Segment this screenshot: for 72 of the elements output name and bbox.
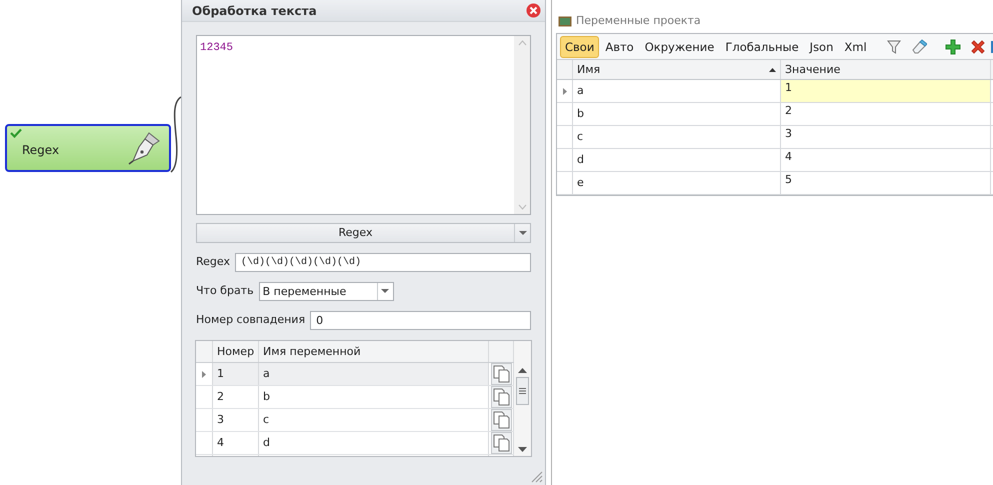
table-cell: 4 xyxy=(213,432,259,454)
action-node[interactable]: Regex xyxy=(5,124,171,172)
take-label: Что брать xyxy=(196,283,254,300)
scroll-thumb[interactable] xyxy=(516,377,529,405)
table-row[interactable]: b 2 xyxy=(557,103,993,126)
scroll-up-icon[interactable] xyxy=(518,368,527,373)
table-cell: d xyxy=(259,432,489,454)
resize-grip-icon[interactable] xyxy=(531,471,543,483)
copy-icon xyxy=(492,365,510,383)
filter-icon[interactable] xyxy=(886,38,902,54)
table-cell: a xyxy=(259,363,489,385)
column-header: Имя переменной xyxy=(259,341,489,362)
take-dropdown[interactable]: В переменные xyxy=(258,282,394,301)
grip-icon xyxy=(519,388,526,394)
row-indicator-icon xyxy=(201,370,207,378)
table-cell: c xyxy=(259,409,489,431)
regex-label: Regex xyxy=(196,254,230,270)
table-cell: 1 xyxy=(213,363,259,385)
table-cell-text: d xyxy=(577,152,584,168)
table-cell: 2 xyxy=(213,386,259,408)
add-icon[interactable] xyxy=(944,38,961,54)
tab[interactable]: Глобальные xyxy=(720,36,804,58)
table-row[interactable]: c 3 xyxy=(557,126,993,149)
table-cell: 4 xyxy=(781,149,991,171)
close-icon[interactable] xyxy=(526,3,541,18)
scroll-down-icon[interactable] xyxy=(518,447,527,452)
copy-button[interactable] xyxy=(490,432,512,454)
sort-icon[interactable] xyxy=(769,68,776,72)
match-field[interactable]: 0 xyxy=(310,311,531,330)
table-cell: 1 xyxy=(781,80,991,102)
table-row[interactable]: 3 c xyxy=(196,409,514,432)
table-cell-text: c xyxy=(577,129,584,145)
tab[interactable]: Xml xyxy=(839,36,872,58)
table-cell-text: e xyxy=(577,175,584,191)
table-cell: 3 xyxy=(213,409,259,431)
table-cell: 5 xyxy=(781,172,991,194)
column-header: Значение xyxy=(781,60,991,79)
copy-button[interactable] xyxy=(490,409,512,431)
tab[interactable]: Авто xyxy=(600,36,639,58)
dropdown-arrow-icon xyxy=(518,230,526,236)
row-indicator-icon xyxy=(562,86,568,96)
delete-icon[interactable] xyxy=(970,38,986,54)
column-header: Имя xyxy=(577,62,600,78)
table-cell-text: a xyxy=(577,83,584,99)
table-row[interactable]: 1 a xyxy=(196,363,514,386)
table-row[interactable]: 4 d xyxy=(196,432,514,455)
column-header: Номер xyxy=(213,341,259,362)
node-label: Regex xyxy=(22,142,60,159)
table-cell: 3 xyxy=(781,126,991,148)
table-row[interactable]: a 1 xyxy=(557,80,993,103)
tab[interactable]: Json xyxy=(804,36,838,58)
match-label: Номер совпадения xyxy=(196,312,306,328)
table-cell-text: b xyxy=(577,106,584,122)
dialog-title: Обработка текста xyxy=(192,2,318,20)
regex-field[interactable]: (\d)(\d)(\d)(\d)(\d) xyxy=(234,253,531,272)
table-cell: b xyxy=(259,386,489,408)
dropdown-arrow-icon xyxy=(381,289,390,294)
copy-button[interactable] xyxy=(490,363,512,385)
copy-icon xyxy=(492,388,510,406)
copy-icon xyxy=(492,434,510,452)
tab[interactable]: Свои xyxy=(560,36,600,58)
table-cell: 2 xyxy=(781,103,991,125)
board-icon xyxy=(558,16,572,26)
table-row[interactable]: e 5 xyxy=(557,172,993,195)
table-row[interactable]: 2 b xyxy=(196,386,514,409)
mode-dropdown[interactable]: Regex xyxy=(196,223,531,243)
copy-button[interactable] xyxy=(490,386,512,408)
panel-title: Переменные проекта xyxy=(576,12,701,29)
table-row[interactable]: d 4 xyxy=(557,149,993,172)
eraser-icon[interactable] xyxy=(910,38,927,54)
copy-icon xyxy=(492,411,510,429)
tab[interactable]: Окружение xyxy=(640,36,720,58)
